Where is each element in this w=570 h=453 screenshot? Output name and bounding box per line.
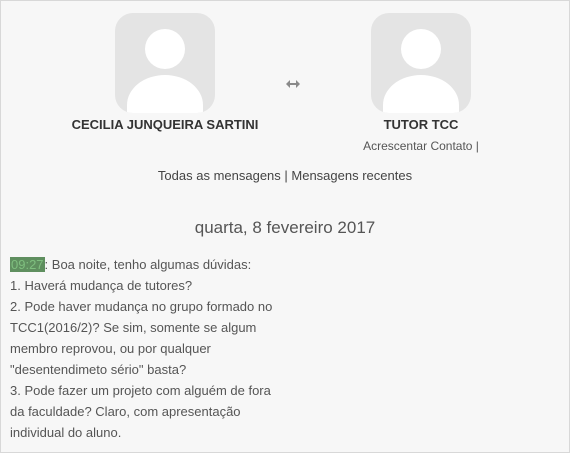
contact-actions: Acrescentar Contato | xyxy=(331,139,511,153)
avatar-head-shape xyxy=(401,29,441,69)
message-line: 09:27: Boa noite, tenho algumas dúvidas: xyxy=(10,254,310,275)
participant-name-right[interactable]: TUTOR TCC xyxy=(341,117,501,132)
recent-messages-link[interactable]: Mensagens recentes xyxy=(291,168,412,183)
avatar-body-shape xyxy=(383,75,459,113)
message-text: : Boa noite, tenho algumas dúvidas: xyxy=(44,257,252,272)
add-contact-link[interactable]: Acrescentar Contato xyxy=(363,139,472,153)
avatar-tutor[interactable] xyxy=(371,13,471,113)
message-line: individual do aluno. xyxy=(10,425,122,440)
message-line: 1. Haverá mudança de tutores? xyxy=(10,278,193,293)
message-line: TCC1(2016/2)? Se sim, somente se algum xyxy=(10,320,257,335)
message-item: 09:27: Boa noite, tenho algumas dúvidas:… xyxy=(10,254,310,443)
avatar-cecilia[interactable] xyxy=(115,13,215,113)
message-filters: Todas as mensagens | Mensagens recentes xyxy=(1,168,569,183)
message-line: "desentendimeto sério" basta? xyxy=(10,362,187,377)
all-messages-link[interactable]: Todas as mensagens xyxy=(158,168,281,183)
message-line: membro reprovou, ou por qualquer xyxy=(10,341,211,356)
filters-separator: | xyxy=(280,168,292,183)
message-line: 2. Pode haver mudança no grupo formado n… xyxy=(10,299,273,314)
message-line: 3. Pode fazer um projeto com alguém de f… xyxy=(10,383,271,398)
contact-actions-separator: | xyxy=(472,139,479,153)
participant-name-left[interactable]: CECILIA JUNQUEIRA SARTINI xyxy=(45,117,285,132)
avatar-head-shape xyxy=(145,29,185,69)
date-heading: quarta, 8 fevereiro 2017 xyxy=(194,218,376,237)
messages-panel: CECILIA JUNQUEIRA SARTINI TUTOR TCC Acre… xyxy=(0,0,570,453)
double-arrow-icon xyxy=(286,80,300,88)
avatar-body-shape xyxy=(127,75,203,113)
message-line: da faculdade? Claro, com apresentação xyxy=(10,404,241,419)
message-time: 09:27 xyxy=(10,257,45,272)
